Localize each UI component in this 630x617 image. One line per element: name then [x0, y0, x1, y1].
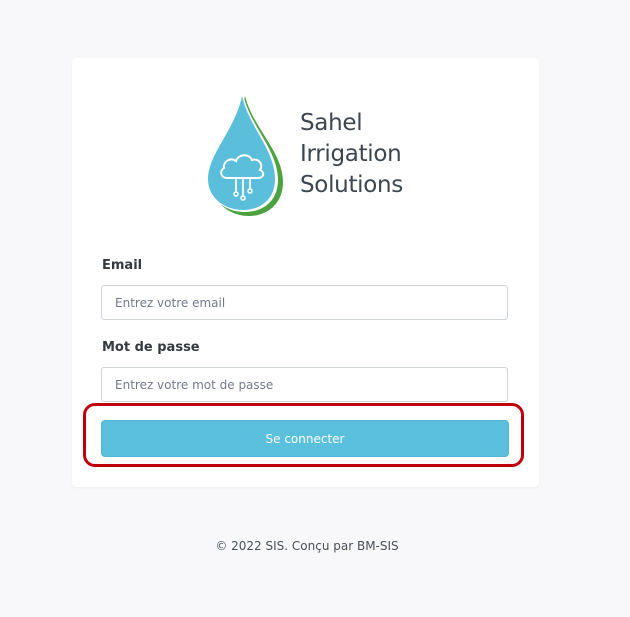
- brand-name: Sahel Irrigation Solutions: [300, 108, 403, 201]
- email-field[interactable]: [101, 285, 508, 320]
- brand-line-3: Solutions: [300, 172, 403, 198]
- footer-copyright: © 2022 SIS. Conçu par BM-SIS: [215, 539, 399, 553]
- password-field[interactable]: [101, 367, 508, 402]
- login-button[interactable]: Se connecter: [101, 420, 509, 457]
- brand-logo: Sahel Irrigation Solutions: [205, 92, 415, 222]
- brand-line-1: Sahel: [300, 110, 363, 136]
- password-label: Mot de passe: [102, 340, 200, 355]
- water-drop-cloud-icon: [208, 94, 283, 216]
- brand-line-2: Irrigation: [300, 141, 402, 167]
- email-label: Email: [102, 258, 143, 273]
